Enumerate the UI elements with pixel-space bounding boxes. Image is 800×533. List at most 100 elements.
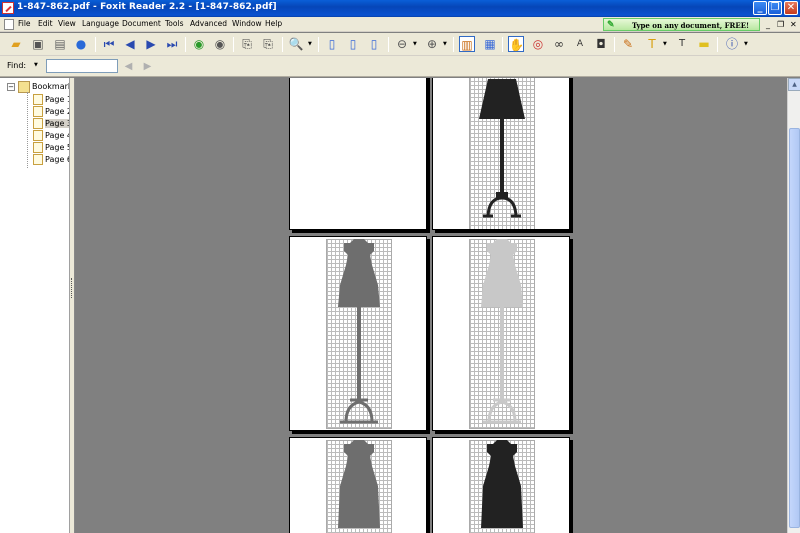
- menu-window[interactable]: Window: [232, 19, 262, 28]
- toolbar-separator: [614, 37, 615, 52]
- foxit-app-icon[interactable]: [2, 2, 14, 14]
- document-icon[interactable]: [4, 19, 14, 30]
- chevron-down-icon[interactable]: ▼: [308, 41, 312, 47]
- bookmark-item-page-4[interactable]: Page 4: [33, 130, 69, 142]
- text-viewer-icon[interactable]: A: [572, 36, 588, 52]
- panel-splitter[interactable]: [70, 78, 75, 533]
- page-form-gray-2: [289, 437, 427, 533]
- find-next-icon[interactable]: ▶: [141, 60, 154, 73]
- menu-tools[interactable]: Tools: [165, 19, 183, 28]
- bookmark-icon: [33, 142, 43, 153]
- doc-restore-button[interactable]: ❐: [777, 20, 784, 29]
- menu-file[interactable]: File: [18, 19, 31, 28]
- save-icon[interactable]: ▣: [30, 36, 46, 52]
- scrollbar-thumb[interactable]: [789, 128, 800, 528]
- toolbar-separator: [233, 37, 234, 52]
- doc-close-button[interactable]: ✕: [790, 20, 797, 29]
- pen-icon: ✎: [607, 20, 615, 30]
- doc-minimize-button[interactable]: _: [766, 20, 770, 29]
- zoom-in-icon[interactable]: ⊕: [424, 36, 440, 52]
- find-label: Find:: [7, 61, 27, 70]
- bookmark-panel: − Bookmark Page 1 Page 2 Page 3 Page 4 P…: [0, 78, 70, 533]
- chevron-down-icon[interactable]: ▼: [413, 41, 417, 47]
- dress-form-gray: [338, 440, 380, 528]
- bookmark-label: Page 1: [45, 95, 70, 104]
- minimize-button[interactable]: _: [753, 1, 767, 15]
- bookmark-label: Page 6: [45, 155, 70, 164]
- bookmark-item-page-2[interactable]: Page 2: [33, 106, 70, 118]
- bookmark-item-page-1[interactable]: Page 1: [33, 94, 70, 106]
- toolbar-separator: [185, 37, 186, 52]
- page-form-dark-2: [432, 437, 570, 533]
- title-bar: 1-847-862.pdf - Foxit Reader 2.2 - [1-84…: [0, 0, 800, 17]
- text-select-icon[interactable]: ◎: [530, 36, 546, 52]
- typewriter-icon[interactable]: ✎: [620, 36, 636, 52]
- toolbar-separator: [318, 37, 319, 52]
- zoom-out-icon[interactable]: ⊖: [394, 36, 410, 52]
- bookmark-icon: [33, 130, 43, 141]
- rotate-right-icon[interactable]: ⎘: [260, 36, 276, 52]
- highlight-icon[interactable]: T: [644, 36, 660, 52]
- close-button[interactable]: ✕: [784, 1, 798, 15]
- dress-form-light: [481, 239, 523, 424]
- chevron-down-icon[interactable]: ▼: [34, 62, 38, 68]
- rotate-left-icon[interactable]: ⎘: [239, 36, 255, 52]
- snapshot-icon[interactable]: ◘: [593, 36, 609, 52]
- bookmark-panel-icon[interactable]: ▥: [459, 36, 475, 52]
- bookmark-item-page-6[interactable]: Page 6: [33, 154, 70, 166]
- zoom-in-tool-icon[interactable]: 🔍: [288, 36, 304, 52]
- menu-bar: File Edit View Language Document Tools A…: [0, 17, 800, 32]
- document-area[interactable]: [76, 78, 787, 533]
- note-icon[interactable]: ▬: [696, 36, 712, 52]
- menu-language[interactable]: Language: [82, 19, 119, 28]
- print-icon[interactable]: ▤: [52, 36, 68, 52]
- window-title: 1-847-862.pdf - Foxit Reader 2.2 - [1-84…: [17, 2, 277, 12]
- hand-tool-icon[interactable]: ✋: [508, 36, 524, 52]
- chevron-down-icon[interactable]: ▼: [663, 41, 667, 47]
- previous-page-icon[interactable]: ◀: [122, 36, 138, 52]
- first-page-icon[interactable]: ⏮: [101, 36, 117, 52]
- chevron-down-icon[interactable]: ▼: [744, 41, 748, 47]
- info-icon[interactable]: ⓘ: [724, 36, 740, 52]
- menu-help[interactable]: Help: [265, 19, 282, 28]
- toolbar-separator: [95, 37, 96, 52]
- next-page-icon[interactable]: ▶: [143, 36, 159, 52]
- main-toolbar: ▰ ▣ ▤ ● ⏮ ◀ ▶ ⏭ ◉ ◉ ⎘ ⎘ 🔍 ▼ ▯ ▯ ▯ ⊖ ▼ ⊕ …: [0, 33, 800, 56]
- typewriter-ad-banner[interactable]: ✎ Type on any document, FREE!: [603, 18, 760, 31]
- toolbar-separator: [717, 37, 718, 52]
- fit-width-icon[interactable]: ▯: [366, 36, 382, 52]
- toolbar-separator: [388, 37, 389, 52]
- scroll-up-arrow-icon[interactable]: ▲: [788, 78, 800, 91]
- bookmark-label: Page 2: [45, 107, 70, 116]
- menu-advanced[interactable]: Advanced: [190, 19, 227, 28]
- thumbnail-panel-icon[interactable]: ▦: [482, 36, 498, 52]
- find-binoculars-icon[interactable]: ∞: [551, 36, 567, 52]
- bookmark-item-page-3[interactable]: Page 3: [33, 118, 69, 130]
- find-previous-icon[interactable]: ◀: [122, 60, 135, 73]
- go-forward-icon[interactable]: ◉: [212, 36, 228, 52]
- toolbar-separator: [282, 37, 283, 52]
- menu-edit[interactable]: Edit: [38, 19, 53, 28]
- ad-text: Type on any document, FREE!: [632, 21, 750, 30]
- find-input[interactable]: [46, 59, 118, 73]
- bookmark-item-page-5[interactable]: Page 5: [33, 142, 69, 154]
- email-icon[interactable]: ●: [73, 36, 89, 52]
- text-tool-icon[interactable]: T: [674, 36, 690, 52]
- last-page-icon[interactable]: ⏭: [164, 36, 180, 52]
- splitter-grip[interactable]: [71, 278, 73, 298]
- go-back-icon[interactable]: ◉: [191, 36, 207, 52]
- fit-page-icon[interactable]: ▯: [345, 36, 361, 52]
- bookmark-root-label[interactable]: Bookmark: [32, 82, 69, 91]
- collapse-toggle-icon[interactable]: −: [7, 83, 15, 91]
- vertical-scrollbar[interactable]: ▲: [787, 78, 800, 533]
- find-bar: Find: ▼ ◀ ▶: [0, 56, 800, 77]
- menu-view[interactable]: View: [58, 19, 76, 28]
- chevron-down-icon[interactable]: ▼: [443, 41, 447, 47]
- open-folder-icon[interactable]: ▰: [8, 36, 24, 52]
- maximize-button[interactable]: ❐: [768, 1, 782, 15]
- menu-document[interactable]: Document: [122, 19, 161, 28]
- actual-size-icon[interactable]: ▯: [324, 36, 340, 52]
- dress-form-dark: [481, 440, 523, 528]
- bookmark-icon: [33, 94, 43, 105]
- page-form-dark-1: [432, 78, 570, 230]
